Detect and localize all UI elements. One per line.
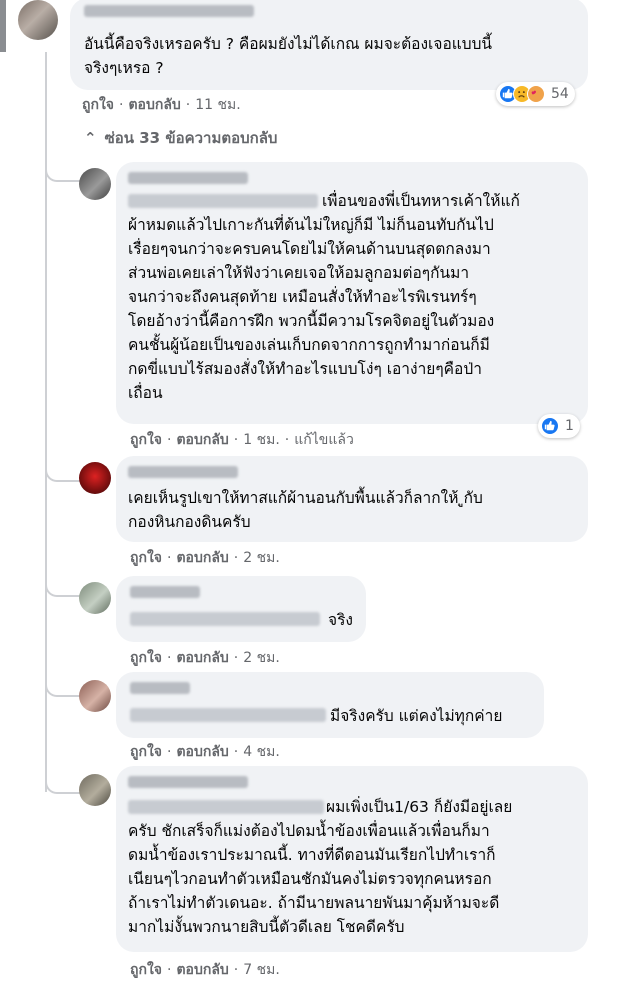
avatar[interactable] [79, 462, 111, 494]
edited-label[interactable]: แก้ไขแล้ว [294, 432, 354, 448]
reply-link[interactable]: ตอบกลับ [128, 97, 180, 113]
reply-text: ผมเพิ่งเป็น1/63 ก็ยังมีอยู่เลย ครับ ชักเ… [128, 798, 513, 936]
reply-link[interactable]: ตอบกลับ [176, 744, 228, 760]
like-reaction-icon [541, 417, 559, 435]
reply-link[interactable]: ตอบกลับ [176, 432, 228, 448]
reply-timestamp[interactable]: 1 ชม. [243, 432, 280, 448]
reply-timestamp[interactable]: 2 ชม. [243, 650, 280, 666]
reply-timestamp[interactable]: 2 ชม. [243, 550, 280, 566]
like-link[interactable]: ถูกใจ [130, 744, 162, 760]
blurred-mention[interactable] [130, 612, 320, 626]
comment-bubble: อันนี้คือจริงเหรอครับ ? คือผมยังไม่ได้เก… [70, 0, 588, 90]
reply-bubble: ผมเพิ่งเป็น1/63 ก็ยังมีอยู่เลย ครับ ชักเ… [116, 766, 588, 952]
comment-actions: ถูกใจ · ตอบกลับ · 11 ชม. [82, 97, 241, 113]
blurred-author-name[interactable] [84, 5, 254, 17]
blurred-author-name[interactable] [130, 682, 190, 694]
like-link[interactable]: ถูกใจ [82, 97, 114, 113]
reply-text: เพื่อนของพี่เป็นทหารเค้าให้แก้ ผ้าหมดแล้… [128, 192, 520, 402]
reply-text: มีจริงครับ แต่คงไม่ทุกค่าย [330, 707, 503, 725]
blurred-author-name[interactable] [128, 466, 238, 478]
reply-link[interactable]: ตอบกลับ [176, 650, 228, 666]
comment-text: อันนี้คือจริงเหรอครับ ? คือผมยังไม่ได้เก… [84, 35, 493, 77]
reply-bubble: มีจริงครับ แต่คงไม่ทุกค่าย [116, 672, 544, 738]
avatar[interactable] [18, 0, 58, 40]
avatar[interactable] [79, 168, 111, 200]
reply-timestamp[interactable]: 4 ชม. [243, 744, 280, 760]
reply-bubble: เพื่อนของพี่เป็นทหารเค้าให้แก้ ผ้าหมดแล้… [116, 162, 588, 424]
reply-bubble: เคยเห็นรูปเขาให้ทาสแก้ผ้านอนกับพื้นแล้วก… [116, 456, 588, 542]
like-link[interactable]: ถูกใจ [130, 962, 162, 978]
reply-link[interactable]: ตอบกลับ [176, 550, 228, 566]
reaction-count: 1 [565, 418, 574, 434]
like-link[interactable]: ถูกใจ [130, 650, 162, 666]
hide-replies-link[interactable]: ⌃ ซ่อน 33 ข้อความตอบกลับ [84, 126, 277, 150]
care-reaction-icon [527, 85, 545, 103]
reaction-summary[interactable]: 1 [538, 414, 580, 438]
avatar[interactable] [79, 582, 111, 614]
reply-actions: ถูกใจ · ตอบกลับ · 4 ชม. [130, 744, 280, 760]
chevron-up-icon: ⌃ [84, 129, 97, 147]
reaction-count: 54 [551, 86, 569, 102]
blurred-mention[interactable] [130, 708, 326, 722]
blurred-author-name[interactable] [128, 172, 248, 184]
blurred-author-name[interactable] [128, 776, 248, 788]
hide-replies-label: ซ่อน 33 ข้อความตอบกลับ [104, 129, 278, 147]
like-link[interactable]: ถูกใจ [130, 432, 162, 448]
reply-bubble: จริง [116, 576, 366, 642]
reaction-summary[interactable]: 54 [496, 82, 575, 106]
left-edge-bar [0, 0, 6, 52]
reply-text: เคยเห็นรูปเขาให้ทาสแก้ผ้านอนกับพื้นแล้วก… [128, 489, 483, 531]
reply-actions: ถูกใจ · ตอบกลับ · 2 ชม. [130, 550, 280, 566]
reply-actions: ถูกใจ · ตอบกลับ · 1 ชม. · แก้ไขแล้ว [130, 432, 354, 448]
reply-timestamp[interactable]: 7 ชม. [243, 962, 280, 978]
avatar[interactable] [79, 680, 111, 712]
reply-link[interactable]: ตอบกลับ [176, 962, 228, 978]
comment-timestamp[interactable]: 11 ชม. [195, 97, 240, 113]
reply-text: จริง [328, 611, 353, 629]
like-link[interactable]: ถูกใจ [130, 550, 162, 566]
blurred-author-name[interactable] [130, 586, 200, 598]
avatar[interactable] [79, 774, 111, 806]
reply-actions: ถูกใจ · ตอบกลับ · 2 ชม. [130, 650, 280, 666]
reply-actions: ถูกใจ · ตอบกลับ · 7 ชม. [130, 962, 280, 978]
